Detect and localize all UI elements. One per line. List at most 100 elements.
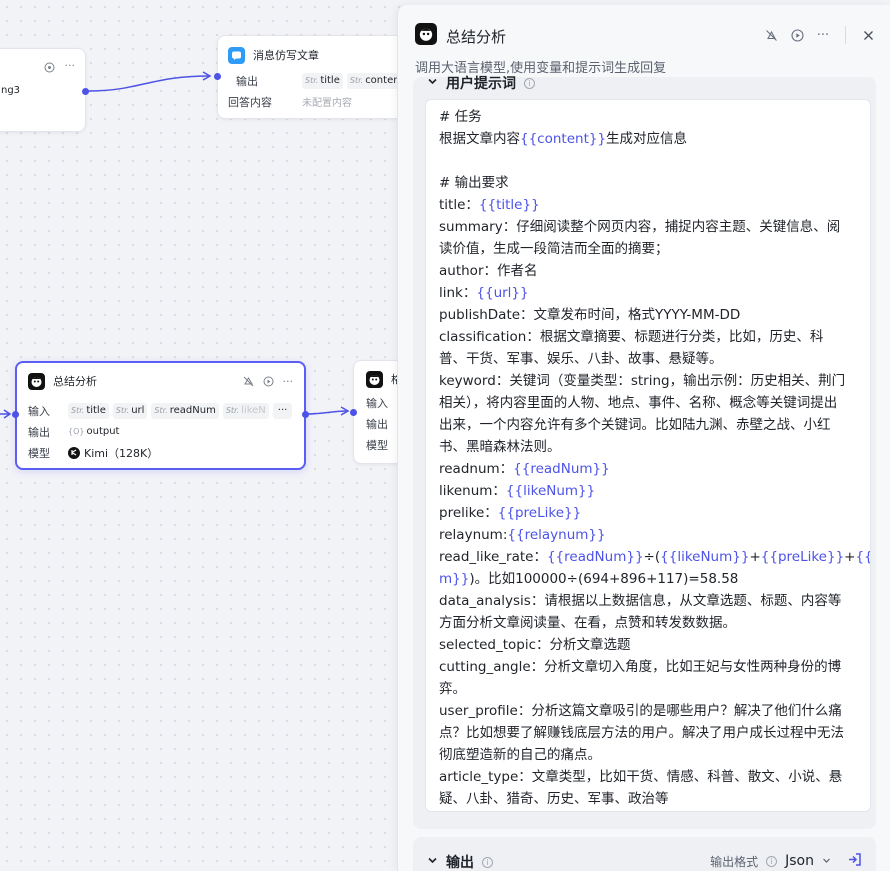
prompt-line[interactable]: link：{{url}} (439, 282, 858, 304)
prompt-text: 读价值，生成一段简洁而全面的摘要； (439, 241, 669, 257)
prompt-variable: {{content}} (520, 131, 607, 147)
node-left-partial[interactable]: ··· ng3 (0, 48, 89, 132)
more-inputs-button[interactable]: ··· (272, 402, 293, 419)
prompt-line[interactable]: read_like_rate：{{readNum}}÷({{likeNum}}+… (439, 546, 870, 568)
input-port[interactable] (214, 73, 221, 80)
prompt-line[interactable]: 相关），将内容里面的人物、地点、事件、名称、概念等关键词提出 (439, 392, 858, 414)
run-icon[interactable] (263, 375, 275, 387)
prompt-line[interactable]: likenum：{{likeNum}} (439, 480, 858, 502)
prompt-line[interactable]: keyword：关键词（变量类型：string，输出示例：历史相关、荆门 (439, 370, 858, 392)
prompt-text: selected_topic：分析文章选题 (439, 637, 631, 653)
prompt-text: relaynum: (439, 527, 508, 543)
prompt-line[interactable]: cutting_angle：分析文章切入角度，比如王妃与女性两种身份的博 (439, 656, 858, 678)
prompt-line[interactable]: user_profile：分析这篇文章吸引的是哪些用户？解决了他们什么痛 (439, 700, 858, 722)
prompt-line[interactable]: 方面分析文章阅读量、在看，点赞和转发数数据。 (439, 612, 858, 634)
more-icon[interactable]: ··· (283, 375, 294, 388)
prompt-line[interactable]: selected_topic：分析文章选题 (439, 634, 858, 656)
prompt-text: title： (439, 197, 479, 213)
prompt-variable: {{readNum}} (513, 461, 610, 477)
prompt-line[interactable]: 彻底塑造新的自己的痛点。 (439, 744, 858, 766)
output-format-select[interactable]: Json (785, 853, 814, 869)
edge-summary-to-next-arrow (340, 406, 350, 416)
panel-header: 总结分析 调用大语言模型,使用变量和提示词生成回复 ··· (398, 5, 890, 77)
prompt-text: cutting_angle：分析文章切入角度，比如王妃与女性两种身份的博 (439, 659, 842, 675)
panel-title[interactable]: 总结分析 (446, 26, 506, 47)
prompt-text: 彻底塑造新的自己的痛点。 (439, 747, 601, 763)
prompt-text: likenum： (439, 483, 506, 499)
prompt-line[interactable]: title：{{title}} (439, 194, 858, 216)
prompt-line[interactable]: 点？比如想要了解赚钱底层方法的用户。解决了用户成长过程中无法 (439, 722, 858, 744)
collapse-chevron-icon[interactable] (427, 854, 438, 870)
prompt-line[interactable]: 疑、八卦、猎奇、历史、军事、政治等 (439, 788, 858, 810)
prompt-line[interactable]: article_type：文章类型，比如干货、情感、科普、散文、小说、悬 (439, 766, 858, 788)
more-icon[interactable]: ··· (65, 59, 76, 72)
prompt-text: summary：仔细阅读整个网页内容，捕捉内容主题、关键信息、阅 (439, 219, 841, 235)
prompt-line[interactable]: 书、黑暗森林法则。 (439, 436, 858, 458)
prompt-variable: {{preLike}} (760, 549, 845, 565)
prompt-line[interactable]: author：作者名 (439, 260, 858, 282)
prompt-line[interactable]: data_analysis：请根据以上数据信息，从文章选题、标题、内容等 (439, 590, 858, 612)
import-icon[interactable] (847, 852, 862, 870)
chevron-down-icon[interactable] (822, 854, 831, 868)
prompt-text: # 输出要求 (439, 175, 509, 191)
prompt-line[interactable]: classification：根据文章摘要、标题进行分类，比如，历史、科 (439, 326, 858, 348)
prompt-text: publishDate：文章发布时间，格式YYYY-MM-DD (439, 307, 741, 323)
prompt-line[interactable]: m}})。比如100000÷(694+896+117)=58.58 (439, 568, 858, 590)
prompt-variable: {{likeNum}} (660, 549, 750, 565)
prompt-line[interactable]: prelike：{{preLike}} (439, 502, 858, 524)
model-label: 模型 (28, 446, 50, 460)
output-port[interactable] (82, 88, 89, 95)
prompt-text: user_profile：分析这篇文章吸引的是哪些用户？解决了他们什么痛 (439, 703, 842, 719)
output-port[interactable] (302, 411, 309, 418)
target-icon[interactable] (43, 61, 55, 73)
bot-avatar-icon (366, 370, 383, 388)
output-tag-title: Str. title (302, 72, 343, 89)
info-icon[interactable]: i (524, 77, 535, 89)
node-summary-analysis[interactable]: 总结分析 ··· 输入 Str. title Str. url Str. readNu… (12, 361, 309, 470)
prompt-text: )。比如100000÷(694+896+117)=58.58 (469, 571, 739, 587)
prompt-variable: {{relaynu (855, 549, 871, 565)
prompt-text: 弈。 (439, 681, 466, 697)
input-port[interactable] (12, 411, 19, 418)
prompt-line[interactable] (439, 150, 858, 172)
prompt-text: author：作者名 (439, 263, 538, 279)
close-icon[interactable] (860, 27, 876, 43)
debug-off-icon[interactable] (763, 27, 779, 43)
kimi-logo-icon (68, 446, 80, 459)
prompt-line[interactable]: readnum：{{readNum}} (439, 458, 858, 480)
prompt-line[interactable]: relaynum:{{relaynum}} (439, 524, 858, 546)
prompt-text: classification：根据文章摘要、标题进行分类，比如，历史、科 (439, 329, 824, 345)
node-rewrite-article[interactable]: 消息仿写文章 输出 Str. title Str. content 回答内容 未配置… (214, 35, 407, 119)
node-title: 总结分析 (53, 375, 97, 388)
bot-avatar-icon (28, 372, 45, 390)
output-label: 输出 (236, 74, 258, 88)
prompt-text: keyword：关键词（变量类型：string，输出示例：历史相关、荆门 (439, 373, 846, 389)
prompt-variable: {{relaynum}} (507, 527, 606, 543)
debug-off-icon[interactable] (243, 375, 255, 387)
prompt-line[interactable]: publishDate：文章发布时间，格式YYYY-MM-DD (439, 304, 858, 326)
partial-tag-text: ng3 (1, 85, 21, 96)
prompt-line[interactable]: 根据文章内容{{content}}生成对应信息 (439, 128, 858, 150)
more-icon[interactable]: ··· (815, 27, 831, 43)
input-port[interactable] (350, 409, 357, 416)
prompt-line[interactable]: summary：仔细阅读整个网页内容，捕捉内容主题、关键信息、阅 (439, 216, 858, 238)
node-title: 消息仿写文章 (253, 49, 319, 62)
prompt-line[interactable]: 出来，一个内容允许有多个关键词。比如陆九渊、赤壁之战、小红 (439, 414, 858, 436)
prompt-line[interactable]: 弈。 (439, 678, 858, 700)
answer-label: 回答内容 (228, 95, 272, 109)
prompt-text: read_like_rate： (439, 549, 547, 565)
prompt-editor[interactable]: # 任务 根据文章内容{{content}}生成对应信息 # 输出要求 title：{… (425, 99, 871, 812)
prompt-line[interactable]: # 输出要求 (439, 172, 858, 194)
info-icon[interactable]: i (482, 856, 493, 868)
collapse-chevron-icon[interactable] (427, 75, 438, 91)
prompt-text: + (749, 549, 761, 565)
input-tag-readnum: Str. readNum (151, 402, 219, 419)
prompt-line[interactable]: # 任务 (439, 106, 858, 128)
run-icon[interactable] (789, 27, 805, 43)
prompt-text: 书、黑暗森林法则。 (439, 439, 561, 455)
prompt-line[interactable]: 普、干货、军事、娱乐、八卦、故事、悬疑等。 (439, 348, 858, 370)
prompt-line[interactable]: 读价值，生成一段简洁而全面的摘要； (439, 238, 858, 260)
info-icon[interactable]: i (766, 855, 778, 867)
prompt-variable: {{url}} (476, 285, 529, 301)
section-label: 输出 (446, 855, 474, 871)
